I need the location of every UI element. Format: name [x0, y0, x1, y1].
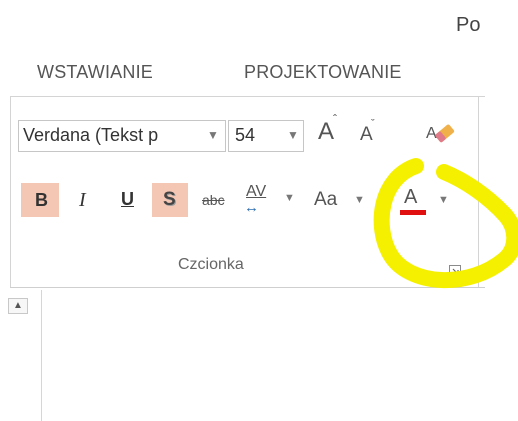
bold-label: B	[35, 190, 48, 210]
font-color-swatch	[400, 210, 426, 215]
text-shadow-button[interactable]: S	[152, 183, 188, 217]
yellow-highlight-annotation	[373, 158, 518, 289]
chevron-down-icon[interactable]: ▼	[207, 128, 219, 142]
ribbon-bottom-border	[10, 287, 485, 288]
scroll-up-button[interactable]: ▲	[8, 298, 28, 314]
chevron-down-icon[interactable]: ▼	[354, 194, 365, 206]
character-spacing-button[interactable]: AV ↔ ▼	[240, 183, 298, 217]
strikethrough-label: abc	[202, 192, 225, 208]
shadow-label: S	[163, 189, 176, 210]
underline-label: U	[121, 189, 134, 209]
font-color-label: A	[404, 186, 418, 208]
font-name-value[interactable]: Verdana (Tekst p	[23, 125, 201, 146]
font-name-combobox[interactable]: Verdana (Tekst p ▼	[18, 120, 226, 152]
font-group-label: Czcionka	[178, 256, 244, 273]
ribbon-divider	[10, 96, 485, 97]
strikethrough-button[interactable]: abc	[196, 183, 236, 217]
font-color-button[interactable]: A ▼	[394, 183, 456, 217]
dialog-launcher-icon	[449, 265, 461, 277]
underline-button[interactable]: U	[108, 183, 146, 217]
svg-text:A: A	[426, 125, 437, 142]
italic-button[interactable]: I	[68, 183, 102, 217]
caret-down-icon: ˇ	[371, 118, 375, 130]
tab-insert[interactable]: WSTAWIANIE	[37, 62, 153, 83]
scroll-up-arrow-icon: ▲	[13, 300, 23, 311]
caret-up-icon: ˆ	[333, 112, 337, 126]
window-title-fragment: Po	[456, 14, 481, 36]
clear-formatting-button[interactable]: A	[424, 118, 456, 148]
chevron-down-icon[interactable]: ▼	[438, 194, 449, 206]
group-divider-right	[478, 97, 479, 287]
tab-design[interactable]: PROJEKTOWANIE	[244, 62, 402, 83]
double-arrow-icon: ↔	[244, 199, 259, 216]
group-divider-left	[10, 97, 11, 287]
change-case-button[interactable]: Aa ▼	[310, 183, 374, 217]
eraser-icon: A	[426, 124, 455, 143]
grow-font-button[interactable]: A ˆ	[318, 112, 337, 146]
font-size-combobox[interactable]: 54 ▼	[228, 120, 304, 152]
chevron-down-icon[interactable]: ▼	[284, 192, 295, 204]
chevron-down-icon[interactable]: ▼	[287, 128, 299, 142]
grow-font-label: A	[318, 118, 335, 145]
shrink-font-button[interactable]: A ˇ	[360, 118, 375, 146]
font-size-value[interactable]: 54	[235, 125, 255, 146]
change-case-label: Aa	[314, 189, 338, 210]
italic-label: I	[79, 189, 86, 211]
bold-button[interactable]: B	[21, 183, 59, 217]
dialog-launcher-button[interactable]	[449, 264, 461, 277]
